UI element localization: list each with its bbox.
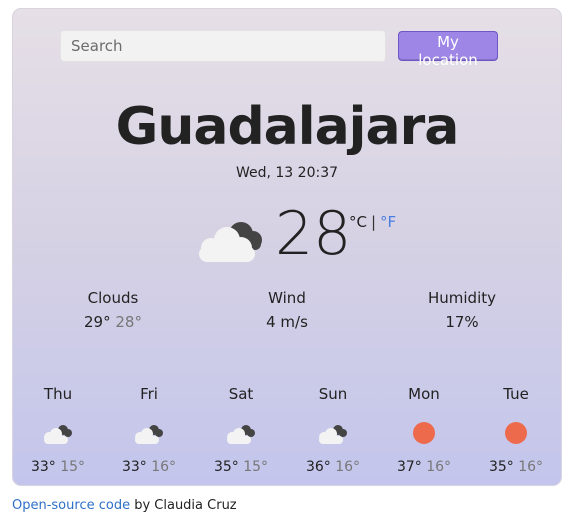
forecast-low: 15° xyxy=(243,459,269,475)
forecast-high: 35° xyxy=(213,459,239,475)
sun-icon xyxy=(505,422,527,444)
city-name: Guadalajara xyxy=(115,97,460,157)
stat-label: Humidity xyxy=(427,289,496,307)
stat-label: Wind xyxy=(268,289,306,307)
search-input[interactable] xyxy=(60,30,386,62)
stat-value: 17% xyxy=(445,313,479,331)
stat-clouds: Clouds 29° 28° xyxy=(43,289,183,331)
clouds-icon xyxy=(199,222,262,262)
forecast-high: 36° xyxy=(305,459,331,475)
forecast-high: 33° xyxy=(30,459,56,475)
forecast-day: Mon 37° 16° xyxy=(389,385,459,475)
forecast-day: Tue 35° 16° xyxy=(481,385,551,475)
forecast-low: 16° xyxy=(335,459,361,475)
forecast-high: 37° xyxy=(396,459,422,475)
celsius-toggle[interactable]: °C xyxy=(349,213,367,231)
forecast-day-name: Fri xyxy=(140,385,158,403)
forecast-low: 16° xyxy=(151,459,177,475)
weather-card: My location Guadalajara Wed, 13 20:37 28… xyxy=(12,8,562,486)
clouds-icon xyxy=(44,425,72,444)
forecast-day: Sat 35° 15° xyxy=(206,385,276,475)
forecast-day: Fri 33° 16° xyxy=(114,385,184,475)
clouds-icon xyxy=(227,425,255,444)
fahrenheit-toggle[interactable]: °F xyxy=(380,213,396,231)
forecast-day-name: Sun xyxy=(318,385,348,403)
stat-subvalue: 28° xyxy=(115,313,142,331)
forecast-day-name: Tue xyxy=(503,385,529,403)
stat-label: Clouds xyxy=(87,289,139,307)
clouds-icon xyxy=(319,425,347,444)
stat-value: 4 m/s xyxy=(266,313,308,331)
stat-value: 29° xyxy=(84,313,111,331)
footer: Open-source code by Claudia Cruz xyxy=(12,498,237,513)
forecast-day: Sun 36° 16° xyxy=(298,385,368,475)
forecast-day-name: Mon xyxy=(408,385,440,403)
forecast-high: 35° xyxy=(488,459,514,475)
forecast-low: 16° xyxy=(426,459,452,475)
clouds-icon xyxy=(135,425,163,444)
forecast-high: 33° xyxy=(121,459,147,475)
date-time: Wed, 13 20:37 xyxy=(235,165,339,181)
forecast-low: 15° xyxy=(60,459,86,475)
forecast-low: 16° xyxy=(518,459,544,475)
forecast-day-name: Thu xyxy=(43,385,73,403)
stat-humidity: Humidity 17% xyxy=(392,289,532,331)
current-temperature: 28 xyxy=(275,199,352,269)
sun-icon xyxy=(413,422,435,444)
forecast-day: Thu 33° 15° xyxy=(23,385,93,475)
footer-author: by Claudia Cruz xyxy=(130,498,237,513)
unit-separator: | xyxy=(370,213,377,231)
my-location-button[interactable]: My location xyxy=(398,31,498,69)
forecast-day-name: Sat xyxy=(228,385,254,403)
source-code-link[interactable]: Open-source code xyxy=(12,498,130,513)
unit-switch: °C | °F xyxy=(349,213,396,231)
stat-wind: Wind 4 m/s xyxy=(217,289,357,331)
